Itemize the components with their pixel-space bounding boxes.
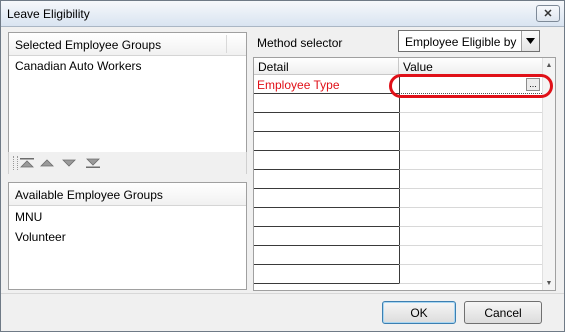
grid-row-detail[interactable] <box>254 113 399 132</box>
grid-row-detail[interactable] <box>254 227 399 246</box>
ok-button-label: OK <box>410 305 428 320</box>
column-header-value[interactable]: Value <box>399 58 542 75</box>
close-icon: ✕ <box>543 8 553 20</box>
available-groups-title: Available Employee Groups <box>15 188 163 202</box>
grid-row-value[interactable] <box>399 208 542 227</box>
grid-row-value[interactable] <box>399 113 542 132</box>
grid-row-value[interactable] <box>399 132 542 151</box>
reorder-toolbar <box>8 152 247 174</box>
grid-row-detail[interactable] <box>254 132 399 151</box>
grid-row-detail[interactable] <box>254 170 399 189</box>
grid-row-detail[interactable] <box>254 94 399 113</box>
method-selector-label: Method selector <box>257 36 343 50</box>
grid-row-detail[interactable] <box>254 246 399 265</box>
column-header-value-label: Value <box>403 60 433 74</box>
move-bottom-button[interactable] <box>85 157 101 169</box>
available-groups-panel: Available Employee Groups MNU Volunteer <box>8 182 247 290</box>
toolbar-grip[interactable] <box>13 156 18 170</box>
available-group-item[interactable]: Volunteer <box>15 230 66 244</box>
grid-row-detail[interactable]: Employee Type <box>254 75 399 94</box>
selected-groups-title: Selected Employee Groups <box>15 38 162 52</box>
grid-row-detail[interactable] <box>254 208 399 227</box>
scroll-up-icon[interactable]: ▲ <box>543 59 555 71</box>
available-groups-header: Available Employee Groups <box>9 183 246 206</box>
grid-row-detail[interactable] <box>254 189 399 208</box>
method-selector-value: Employee Eligible by <box>405 35 517 49</box>
window-title: Leave Eligibility <box>7 7 90 21</box>
grid-row-detail[interactable] <box>254 151 399 170</box>
move-bottom-icon <box>86 158 100 168</box>
annotation-highlight-ellipse <box>389 74 553 98</box>
cancel-button[interactable]: Cancel <box>464 301 542 324</box>
selected-groups-header: Selected Employee Groups <box>9 33 246 56</box>
grid-row-value[interactable] <box>399 227 542 246</box>
move-up-icon <box>40 159 54 167</box>
ok-button[interactable]: OK <box>382 301 456 324</box>
move-up-button[interactable] <box>39 157 55 169</box>
method-selector-dropdown[interactable]: Employee Eligible by <box>398 30 540 52</box>
available-group-item[interactable]: MNU <box>15 210 42 224</box>
scroll-down-icon[interactable]: ▼ <box>543 277 555 289</box>
close-button[interactable]: ✕ <box>536 5 560 22</box>
move-top-icon <box>20 158 34 168</box>
selected-group-item[interactable]: Canadian Auto Workers <box>15 59 142 73</box>
grid-row-value[interactable] <box>399 246 542 265</box>
title-bar: Leave Eligibility ✕ <box>1 1 564 27</box>
grid-row-value[interactable] <box>399 265 542 284</box>
dialog-button-bar: OK Cancel <box>1 293 564 331</box>
grid-row-detail[interactable] <box>254 265 399 284</box>
grid-row-value[interactable] <box>399 189 542 208</box>
grid-row-value[interactable] <box>399 151 542 170</box>
move-down-button[interactable] <box>61 157 77 169</box>
move-down-icon <box>62 159 76 167</box>
cancel-button-label: Cancel <box>484 305 522 320</box>
selected-groups-panel: Selected Employee Groups Canadian Auto W… <box>8 32 247 153</box>
move-top-button[interactable] <box>19 157 35 169</box>
employee-type-label: Employee Type <box>257 78 340 92</box>
grid-row-value[interactable] <box>399 170 542 189</box>
column-header-detail-label: Detail <box>258 60 289 74</box>
leave-eligibility-dialog: Leave Eligibility ✕ Selected Employee Gr… <box>0 0 565 332</box>
chevron-down-icon[interactable] <box>521 31 539 51</box>
column-header-detail[interactable]: Detail <box>254 58 399 75</box>
header-divider <box>226 35 227 53</box>
